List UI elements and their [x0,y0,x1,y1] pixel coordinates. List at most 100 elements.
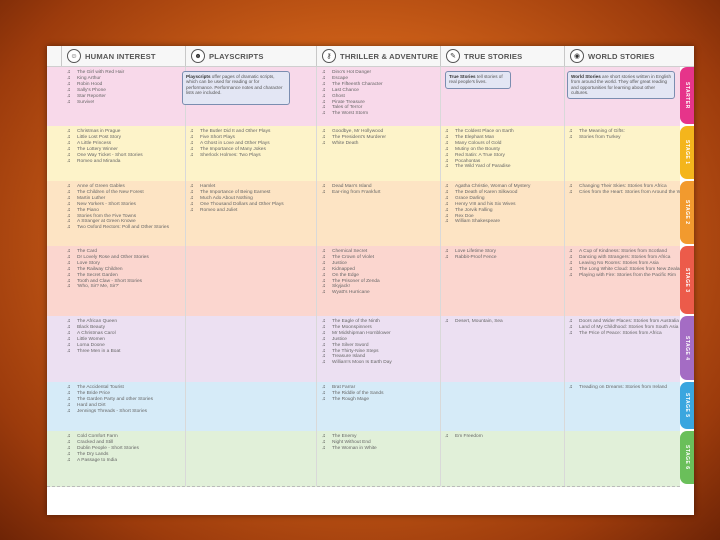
stage-label: STAGE 2 [684,200,690,225]
book-title: Ear-ring from Frankfurt [322,190,381,196]
column-divider [185,382,186,431]
world-title-list: Changing Their Skies: Stories from Afric… [569,184,689,196]
world_box-description-box: World Stories are short stories written … [567,71,675,99]
stage-label: STARTER [684,82,690,109]
column-divider [316,67,317,126]
header-playscripts: ☻ PLAYSCRIPTS [185,46,316,66]
book-title: Two Oxford Rectors: Poll and Other Stori… [67,225,169,231]
stage-row: The African QueenBlack BeautyA Christmas… [47,316,680,383]
human-title-list: Christmas in PragueLittle Lost Post Stor… [67,129,143,164]
column-divider [440,181,441,246]
book-title: 'Who, Sir? Me, Sir?' [67,284,149,290]
stage-row: Cold Comfort FarmCracked and StillDublin… [47,431,680,487]
mask-icon: ☺ [67,49,81,63]
globe-icon: ◉ [570,49,584,63]
plays-title-list: HamletThe Importance of Being EarnestMuc… [190,184,284,214]
reading-chart-sheet: ☺ HUMAN INTEREST ☻ PLAYSCRIPTS ⚷ THRILLE… [47,46,694,515]
column-divider [440,126,441,181]
thriller-title-list: Chemical SecretThe Crown of VioletJustic… [322,249,380,296]
world-title-list: The Meaning of Gifts:Stories from Turkey [569,129,625,141]
world-title-list: Doors and Wider Places: Stories from Aus… [569,319,679,337]
quill-icon: ✎ [446,49,460,63]
plays_box-description-box: Playscripts offer pages of dramatic scri… [182,71,290,105]
column-divider [564,246,565,316]
book-title: William's Moon Is Earth Day [322,360,392,366]
true-title-list: Em Freedom [445,434,483,440]
world-title-list: A Cup of Kindness: Stories from Scotland… [569,249,685,279]
column-divider [564,67,565,126]
header-label: PLAYSCRIPTS [209,51,264,61]
human-title-list: The CardDr Lovely Rose and Other Stories… [67,249,149,290]
thriller-title-list: The EnemyNight Without EndThe Woman in W… [322,434,377,452]
stage-label: STAGE 5 [684,393,690,418]
stage-tab: STAGE 6 [680,431,694,484]
book-title: The Wild Yard of Paradise [445,164,514,170]
column-divider [316,382,317,431]
book-title: Rabbit-Proof Fence [445,255,497,261]
plays-title-list: The Butler Did It and Other PlaysFive Sh… [190,129,270,159]
true-title-list: Agatha Christie, Woman of MysteryThe Dea… [445,184,530,225]
column-divider [316,246,317,316]
thriller-title-list: Dead Man's IslandEar-ring from Frankfurt [322,184,381,196]
book-title: Desert, Mountain, Sea [445,319,503,325]
key-icon: ⚷ [322,49,336,63]
column-divider [440,67,441,126]
header-world-stories: ◉ WORLD STORIES [564,46,680,66]
column-divider [185,246,186,316]
column-divider [564,431,565,486]
book-title: The Woman in White [322,446,377,452]
book-title: William Shakespeare [445,219,530,225]
column-divider [185,431,186,486]
human-title-list: The African QueenBlack BeautyA Christmas… [67,319,120,354]
stage-row: The CardDr Lovely Rose and Other Stories… [47,246,685,317]
stage-tab: STAGE 2 [680,181,694,244]
book-title: Romeo and Miranda [67,159,143,165]
column-divider [316,181,317,246]
stage-tab: STAGE 5 [680,382,694,429]
book-title: The Worst Storm [322,111,383,117]
book-title: Sherlock Holmes: Two Plays [190,153,270,159]
column-divider [440,382,441,431]
stage-row: The Accidental TouristThe Bride PriceThe… [47,382,680,432]
stage-tab: STARTER [680,67,694,124]
column-divider [185,126,186,181]
book-title: Stories from Turkey [569,135,625,141]
header-thriller: ⚷ THRILLER & ADVENTURE [316,46,440,66]
stage-label: STAGE 4 [684,335,690,361]
book-title: A Passage to India [67,458,139,464]
book-title: The Rough Mage [322,397,383,403]
book-title: Playing with Fire: Stories from the Paci… [569,273,685,279]
human-title-list: The Girl with Red HairKing ArthurRobin H… [67,70,124,105]
book-title: Survive! [67,100,124,106]
header-label: WORLD STORIES [588,51,655,61]
book-title: Cries from the Heart: Stories from Aroun… [569,190,689,196]
true_box-description-box: True Stories tell stories of real people… [445,71,511,89]
world-title-list: Treading on Dreams: Stories from Ireland [569,385,667,391]
book-title: Jennings Threads - Short Stories [67,409,153,415]
true-title-list: Love Lifetime StoryRabbit-Proof Fence [445,249,497,261]
column-divider [564,126,565,181]
stage-row: Anne of Green GablesThe Children of the … [47,181,689,247]
header-true-stories: ✎ TRUE STORIES [440,46,564,66]
column-divider [440,316,441,382]
header-label: THRILLER & ADVENTURE [340,51,439,61]
column-divider [564,382,565,431]
human-title-list: Anne of Green GablesThe Children of the … [67,184,169,231]
column-divider [564,181,565,246]
box-title: True Stories [449,74,476,79]
book-title: Romeo and Juliet [190,208,284,214]
true-title-list: Desert, Mountain, Sea [445,319,503,325]
thriller-title-list: Dino's Hot DangerEscapeThe Fifteenth Cha… [322,70,383,117]
stage-row: The Girl with Red HairKing ArthurRobin H… [47,67,680,127]
stage-tab: STAGE 3 [680,246,694,314]
column-divider [185,316,186,382]
human-title-list: The Accidental TouristThe Bride PriceThe… [67,385,153,415]
book-title: Three Men in a Boat [67,349,120,355]
thriller-title-list: The Eagle of the NinthThe MoonspinnersMr… [322,319,392,366]
box-title: World Stories [571,74,601,79]
stage-tab: STAGE 4 [680,316,694,380]
stage-label: STAGE 6 [684,445,690,470]
header-human-interest: ☺ HUMAN INTEREST [61,46,185,66]
human-title-list: Cold Comfort FarmCracked and StillDublin… [67,434,139,464]
box-title: Playscripts [186,74,211,79]
